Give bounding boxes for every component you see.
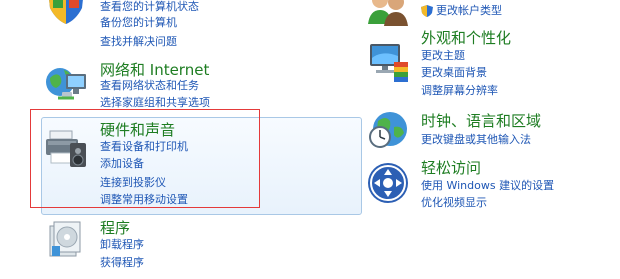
ease-of-access-title[interactable]: 轻松访问 — [421, 159, 481, 177]
programs-title[interactable]: 程序 — [100, 219, 130, 237]
backup-computer-link[interactable]: 备份您的计算机 — [100, 16, 177, 30]
change-theme-link[interactable]: 更改主题 — [421, 49, 465, 63]
change-desktop-background-link[interactable]: 更改桌面背景 — [421, 66, 487, 80]
clock-language-region-title[interactable]: 时钟、语言和区域 — [421, 112, 541, 130]
uninstall-program-link[interactable]: 卸载程序 — [100, 238, 144, 252]
change-account-type-link[interactable]: 更改帐户类型 — [436, 4, 502, 18]
programs-icon[interactable] — [44, 216, 88, 260]
ease-of-access-icon[interactable] — [366, 161, 410, 205]
network-globe-icon[interactable] — [44, 62, 88, 106]
change-keyboard-input-link[interactable]: 更改键盘或其他输入法 — [421, 133, 531, 147]
homegroup-sharing-link[interactable]: 选择家庭组和共享选项 — [100, 96, 210, 110]
adjust-resolution-link[interactable]: 调整屏幕分辨率 — [421, 84, 498, 98]
appearance-title[interactable]: 外观和个性化 — [421, 29, 511, 47]
optimize-visual-display-link[interactable]: 优化视频显示 — [421, 196, 487, 210]
find-fix-problems-link[interactable]: 查找并解决问题 — [100, 35, 177, 49]
annotation-highlight-box — [30, 109, 260, 208]
view-network-status-link[interactable]: 查看网络状态和任务 — [100, 79, 199, 93]
system-security-icon[interactable] — [44, 0, 88, 26]
view-computer-status-link[interactable]: 查看您的计算机状态 — [100, 0, 199, 14]
clock-globe-icon[interactable] — [366, 107, 410, 151]
get-programs-link[interactable]: 获得程序 — [100, 256, 144, 270]
user-accounts-icon[interactable] — [366, 0, 410, 28]
uac-shield-icon — [420, 3, 434, 17]
appearance-icon[interactable] — [366, 40, 410, 84]
windows-recommended-settings-link[interactable]: 使用 Windows 建议的设置 — [421, 179, 554, 193]
network-internet-title[interactable]: 网络和 Internet — [100, 61, 209, 79]
